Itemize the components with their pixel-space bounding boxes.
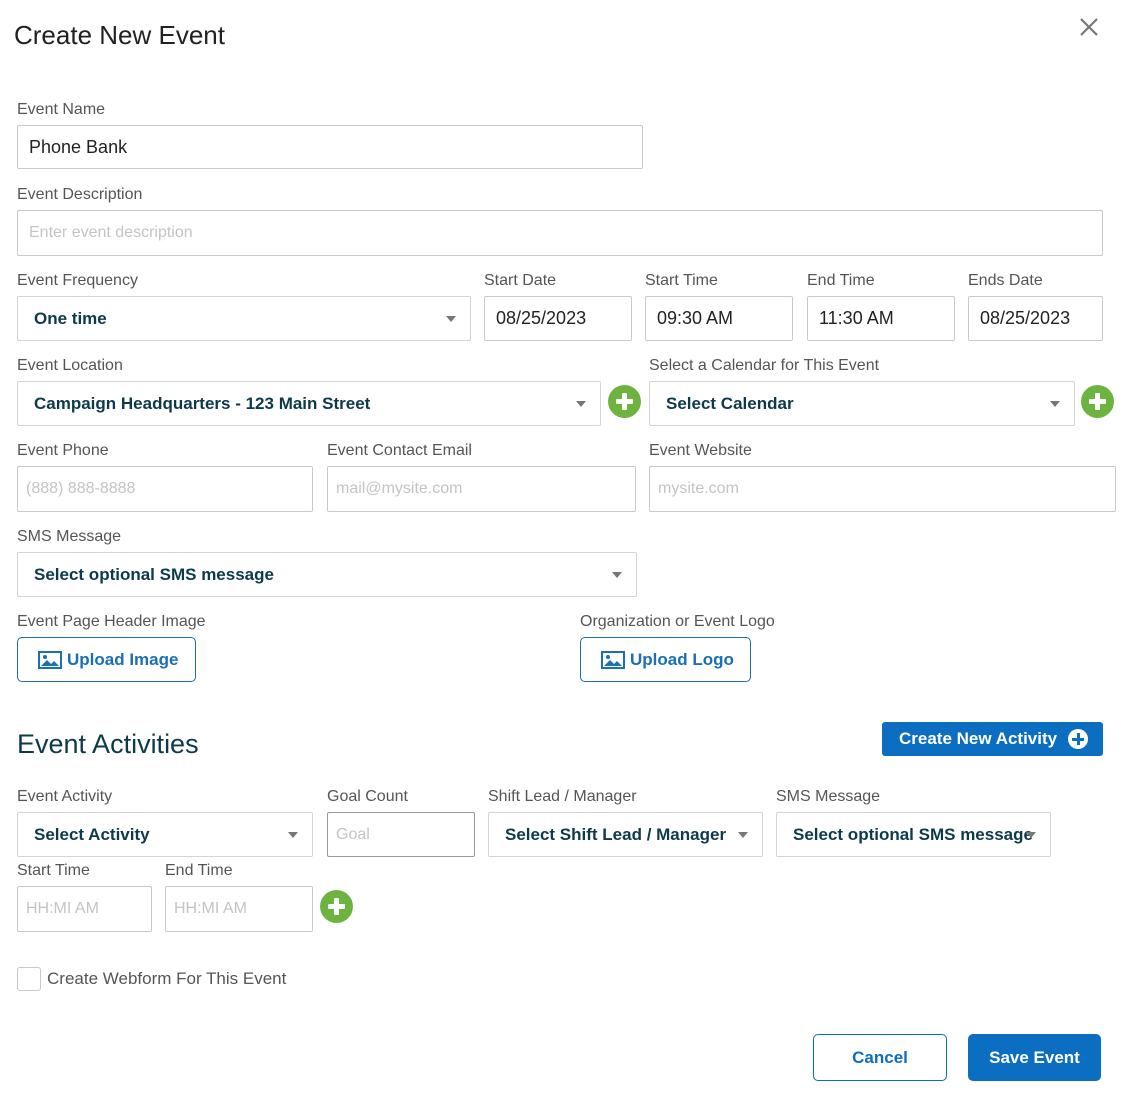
- save-event-button[interactable]: Save Event: [968, 1034, 1101, 1081]
- webform-label: Create Webform For This Event: [47, 969, 287, 988]
- activity-sms-label: SMS Message: [776, 788, 881, 805]
- webform-checkbox[interactable]: [17, 967, 41, 991]
- create-new-activity-button[interactable]: Create New Activity: [882, 722, 1103, 756]
- contact-email-input[interactable]: [327, 466, 636, 512]
- event-activity-value: Select Activity: [34, 824, 150, 844]
- chevron-down-icon: [1050, 400, 1060, 407]
- add-calendar-button[interactable]: [1081, 385, 1114, 418]
- event-website-input[interactable]: [649, 466, 1116, 512]
- image-icon: [38, 650, 62, 669]
- event-activity-label: Event Activity: [17, 788, 113, 805]
- plus-circle-icon: [1068, 729, 1088, 749]
- chevron-down-icon: [738, 831, 748, 838]
- chevron-down-icon: [1026, 831, 1036, 838]
- activity-end-time-input[interactable]: [165, 886, 313, 932]
- event-location-select[interactable]: Campaign Headquarters - 123 Main Street: [17, 381, 601, 426]
- cancel-button[interactable]: Cancel: [813, 1034, 947, 1081]
- event-frequency-select[interactable]: One time: [17, 296, 471, 341]
- chevron-down-icon: [446, 315, 456, 322]
- event-phone-label: Event Phone: [17, 442, 109, 459]
- chevron-down-icon: [612, 571, 622, 578]
- event-name-input[interactable]: [17, 125, 643, 169]
- goal-count-label: Goal Count: [327, 788, 408, 805]
- start-time-label: Start Time: [645, 272, 718, 289]
- create-new-activity-label: Create New Activity: [899, 729, 1058, 748]
- event-activity-select[interactable]: Select Activity: [17, 812, 313, 857]
- start-time-input[interactable]: [645, 296, 793, 341]
- activity-sms-select[interactable]: Select optional SMS message: [776, 812, 1051, 857]
- chevron-down-icon: [576, 400, 586, 407]
- sms-message-label: SMS Message: [17, 528, 122, 545]
- event-phone-input[interactable]: [17, 466, 313, 512]
- event-frequency-label: Event Frequency: [17, 272, 138, 289]
- header-image-label: Event Page Header Image: [17, 613, 206, 630]
- activity-end-time-label: End Time: [165, 862, 233, 879]
- close-icon[interactable]: [1076, 14, 1102, 40]
- calendar-select[interactable]: Select Calendar: [649, 381, 1075, 426]
- goal-count-input[interactable]: [327, 812, 475, 857]
- event-activities-title: Event Activities: [17, 729, 199, 759]
- end-time-label: End Time: [807, 272, 875, 289]
- shift-lead-label: Shift Lead / Manager: [488, 788, 637, 805]
- upload-image-button[interactable]: Upload Image: [17, 637, 196, 682]
- start-date-label: Start Date: [484, 272, 557, 289]
- add-location-button[interactable]: [608, 385, 641, 418]
- logo-label: Organization or Event Logo: [580, 613, 775, 630]
- event-location-value: Campaign Headquarters - 123 Main Street: [34, 393, 371, 413]
- calendar-label: Select a Calendar for This Event: [649, 357, 880, 374]
- event-description-input[interactable]: [17, 210, 1103, 256]
- chevron-down-icon: [288, 831, 298, 838]
- event-name-label: Event Name: [17, 101, 106, 118]
- activity-start-time-input[interactable]: [17, 886, 152, 932]
- event-frequency-value: One time: [34, 308, 107, 328]
- activity-sms-value: Select optional SMS message: [793, 824, 1033, 844]
- ends-date-label: Ends Date: [968, 272, 1043, 289]
- calendar-value: Select Calendar: [666, 393, 794, 413]
- dialog-title: Create New Event: [14, 20, 225, 50]
- sms-message-value: Select optional SMS message: [34, 564, 274, 584]
- add-activity-button[interactable]: [320, 890, 353, 923]
- sms-message-select[interactable]: Select optional SMS message: [17, 552, 637, 597]
- upload-logo-button[interactable]: Upload Logo: [580, 637, 751, 682]
- image-icon: [601, 650, 625, 669]
- event-website-label: Event Website: [649, 442, 752, 459]
- event-description-label: Event Description: [17, 186, 143, 203]
- ends-date-input[interactable]: [968, 296, 1103, 341]
- upload-image-label: Upload Image: [67, 649, 179, 669]
- event-location-label: Event Location: [17, 357, 123, 374]
- activity-start-time-label: Start Time: [17, 862, 90, 879]
- upload-logo-label: Upload Logo: [630, 649, 734, 669]
- shift-lead-select[interactable]: Select Shift Lead / Manager: [488, 812, 763, 857]
- contact-email-label: Event Contact Email: [327, 442, 472, 459]
- start-date-input[interactable]: [484, 296, 632, 341]
- end-time-input[interactable]: [807, 296, 955, 341]
- shift-lead-value: Select Shift Lead / Manager: [505, 824, 727, 844]
